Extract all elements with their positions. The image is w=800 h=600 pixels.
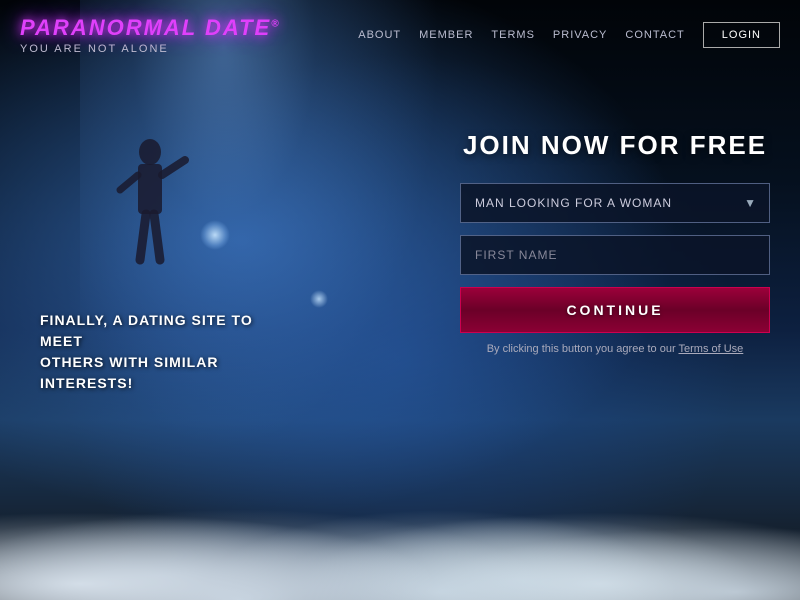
navigation: ABOUT MEMBER TERMS PRIVACY CONTACT LOGIN [358,22,780,48]
nav-privacy[interactable]: PRIVACY [553,29,607,41]
clouds [0,440,800,600]
nav-member[interactable]: MEMBER [419,29,473,41]
signup-form: JOIN NOW FOR FREE MAN LOOKING FOR A WOMA… [460,130,770,355]
continue-button[interactable]: CONTINUE [460,287,770,333]
logo-title: PARANORMAL DATE® [20,15,281,41]
tagline-line2: OTHERS WITH SIMILAR INTERESTS! [40,352,300,394]
looking-for-select[interactable]: MAN LOOKING FOR A WOMAN WOMAN LOOKING FO… [460,183,770,223]
silhouette-figure [110,130,190,290]
tagline: FINALLY, A DATING SITE TO MEET OTHERS WI… [40,310,300,394]
first-name-input[interactable] [460,235,770,275]
login-button[interactable]: LOGIN [703,22,780,48]
logo-subtitle: YOU ARE NOT ALONE [20,43,281,55]
nav-terms[interactable]: TERMS [491,29,535,41]
tagline-line1: FINALLY, A DATING SITE TO MEET [40,310,300,352]
logo: PARANORMAL DATE® YOU ARE NOT ALONE [20,15,281,55]
header: PARANORMAL DATE® YOU ARE NOT ALONE ABOUT… [0,0,800,70]
terms-notice: By clicking this button you agree to our… [460,343,770,355]
logo-text: PARANORMAL DATE [20,15,271,40]
terms-link[interactable]: Terms of Use [679,343,744,355]
nav-contact[interactable]: CONTACT [625,29,684,41]
logo-reg: ® [271,19,280,30]
looking-for-wrapper: MAN LOOKING FOR A WOMAN WOMAN LOOKING FO… [460,183,770,223]
nav-about[interactable]: ABOUT [358,29,401,41]
form-title: JOIN NOW FOR FREE [460,130,770,161]
terms-text: By clicking this button you agree to our [487,343,676,355]
